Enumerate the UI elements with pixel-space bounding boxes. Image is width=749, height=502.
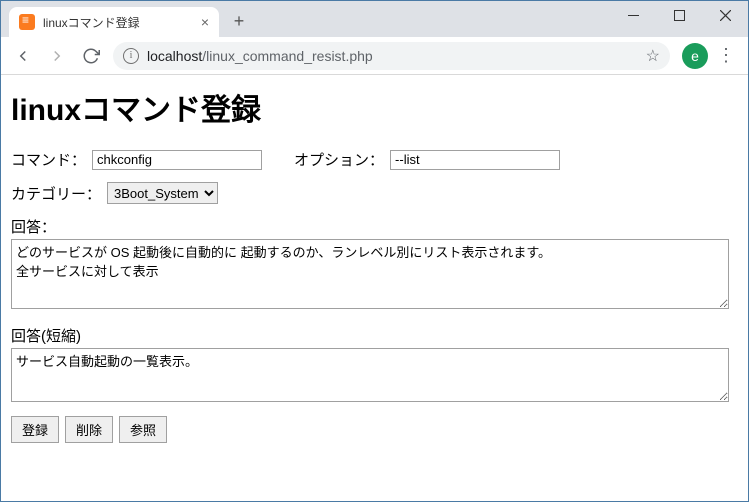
forward-button[interactable] — [41, 40, 73, 72]
option-label: オプション： — [294, 149, 384, 170]
browser-titlebar: linuxコマンド登録 × + — [1, 1, 748, 37]
page-heading: linuxコマンド登録 — [11, 85, 738, 129]
page-content: linuxコマンド登録 コマンド： オプション： カテゴリー： 3Boot_Sy… — [1, 75, 748, 447]
maximize-button[interactable] — [656, 1, 702, 29]
url-display: localhost/linux_command_resist.php — [147, 48, 373, 64]
command-label: コマンド： — [11, 149, 86, 170]
reload-button[interactable] — [75, 40, 107, 72]
form-buttons: 登録 削除 参照 — [11, 416, 738, 443]
answer-short-label: 回答(短縮) — [11, 325, 738, 346]
window-controls — [610, 1, 748, 37]
answer-label: 回答： — [11, 216, 738, 237]
minimize-button[interactable] — [610, 1, 656, 29]
delete-button[interactable]: 削除 — [65, 416, 113, 443]
register-button[interactable]: 登録 — [11, 416, 59, 443]
reference-button[interactable]: 参照 — [119, 416, 167, 443]
tab-title: linuxコマンド登録 — [43, 14, 193, 31]
answer-short-textarea[interactable] — [11, 348, 729, 402]
bookmark-star-icon[interactable]: ☆ — [646, 46, 660, 66]
close-window-button[interactable] — [702, 1, 748, 29]
browser-tab[interactable]: linuxコマンド登録 × — [9, 7, 219, 37]
omnibox[interactable]: i localhost/linux_command_resist.php ☆ — [113, 42, 670, 70]
command-input[interactable] — [92, 150, 262, 170]
answer-textarea[interactable] — [11, 239, 729, 309]
site-info-icon[interactable]: i — [123, 48, 139, 64]
profile-avatar[interactable]: e — [682, 43, 708, 69]
category-label: カテゴリー： — [11, 183, 101, 204]
close-tab-icon[interactable]: × — [201, 15, 209, 29]
xampp-favicon-icon — [19, 14, 35, 30]
category-select[interactable]: 3Boot_System — [107, 182, 218, 204]
address-bar: i localhost/linux_command_resist.php ☆ e… — [1, 37, 748, 75]
back-button[interactable] — [7, 40, 39, 72]
tab-strip: linuxコマンド登録 × + — [9, 1, 253, 37]
option-input[interactable] — [390, 150, 560, 170]
chrome-menu-button[interactable]: ⋮ — [710, 45, 742, 66]
new-tab-button[interactable]: + — [225, 7, 253, 35]
